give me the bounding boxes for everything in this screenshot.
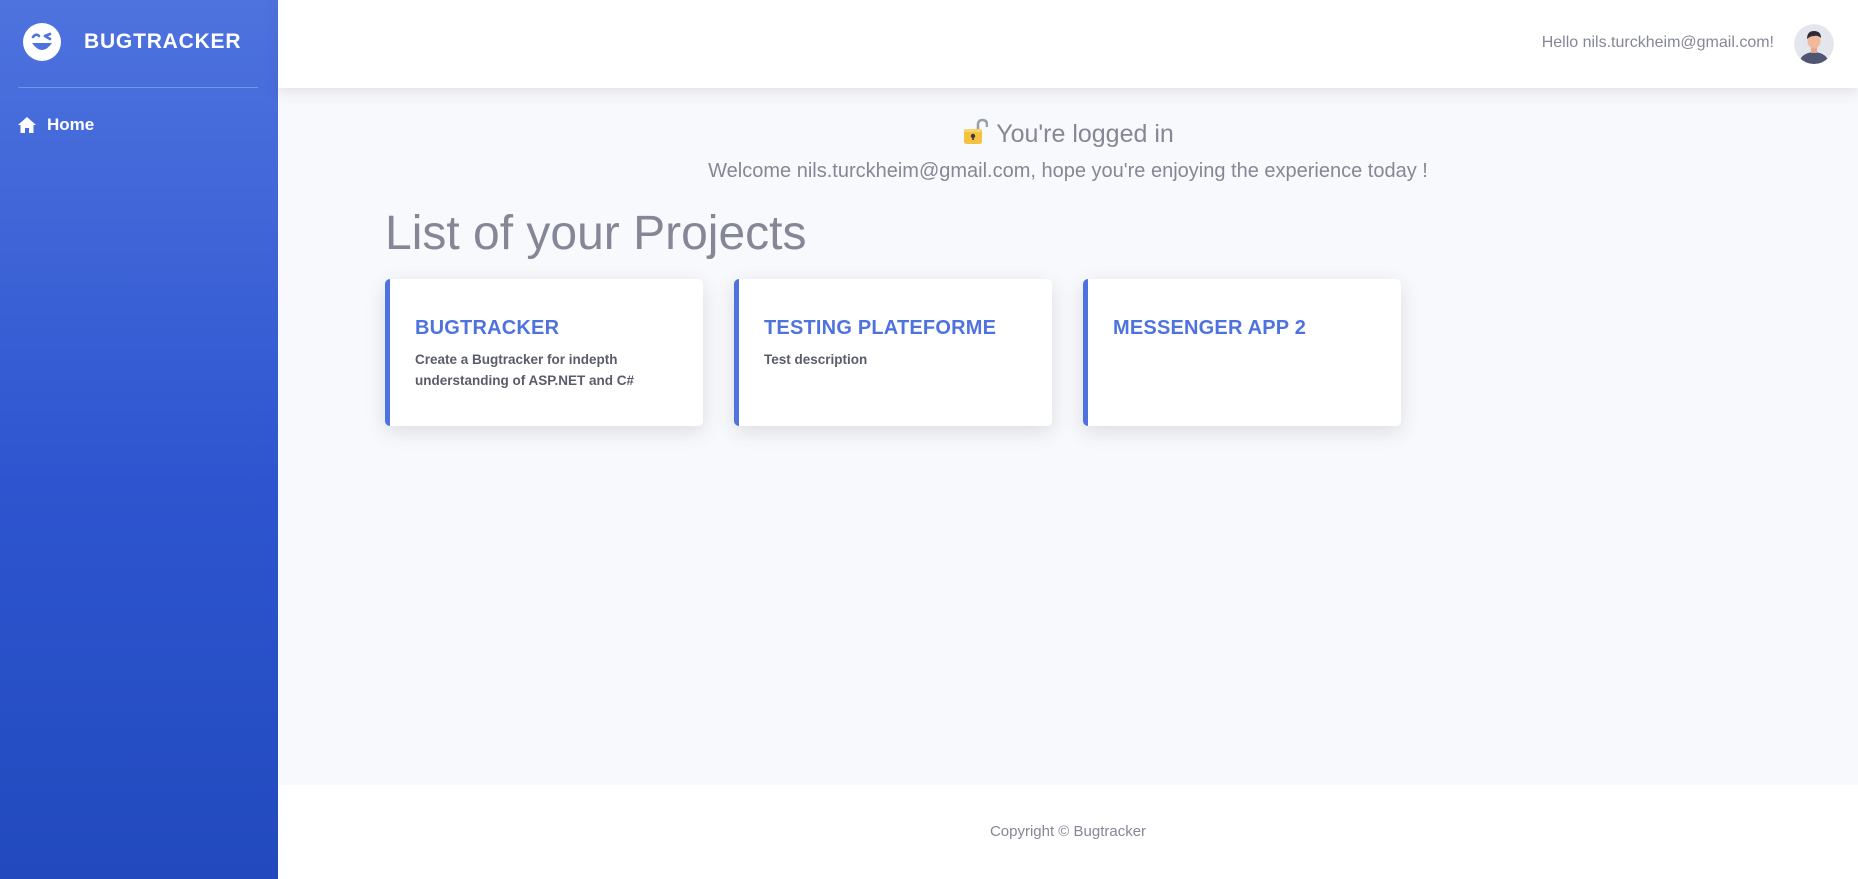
login-status-text: You're logged in bbox=[996, 120, 1174, 148]
welcome-message: Welcome nils.turckheim@gmail.com, hope y… bbox=[708, 160, 1428, 182]
sidebar-divider bbox=[18, 87, 258, 88]
sidebar-item-home[interactable]: Home bbox=[17, 112, 94, 138]
sidebar-item-label: Home bbox=[47, 115, 95, 134]
laughing-face-icon bbox=[23, 23, 61, 61]
user-greeting[interactable]: Hello nils.turckheim@gmail.com! bbox=[1542, 34, 1774, 52]
user-avatar-icon[interactable] bbox=[1794, 24, 1834, 64]
brand-name: BUGTRACKER bbox=[84, 30, 242, 53]
project-card[interactable]: MESSENGER APP 2 bbox=[1083, 279, 1401, 426]
main-content: You're logged in Welcome nils.turckheim@… bbox=[278, 88, 1858, 785]
topbar: Hello nils.turckheim@gmail.com! bbox=[278, 0, 1858, 88]
sidebar-brand[interactable]: BUGTRACKER bbox=[0, 0, 278, 88]
login-status: You're logged in bbox=[278, 118, 1858, 149]
projects-heading: List of your Projects bbox=[385, 207, 807, 260]
project-card[interactable]: BUGTRACKER Create a Bugtracker for indep… bbox=[385, 279, 703, 426]
copyright-text: Copyright © Bugtracker bbox=[989, 823, 1147, 840]
project-description: Create a Bugtracker for indepth understa… bbox=[415, 352, 635, 388]
project-card[interactable]: TESTING PLATEFORME Test description bbox=[734, 279, 1052, 426]
unlocked-padlock-icon bbox=[964, 118, 989, 144]
project-title[interactable]: BUGTRACKER bbox=[415, 317, 559, 340]
home-icon bbox=[18, 117, 36, 133]
footer: Copyright © Bugtracker bbox=[278, 785, 1858, 879]
app-root: BUGTRACKER Home Hello nils.turckheim@gma… bbox=[0, 0, 1858, 879]
sidebar: BUGTRACKER Home bbox=[0, 0, 278, 879]
project-title[interactable]: TESTING PLATEFORME bbox=[764, 317, 996, 340]
project-description: Test description bbox=[764, 352, 868, 367]
project-title[interactable]: MESSENGER APP 2 bbox=[1113, 317, 1306, 340]
